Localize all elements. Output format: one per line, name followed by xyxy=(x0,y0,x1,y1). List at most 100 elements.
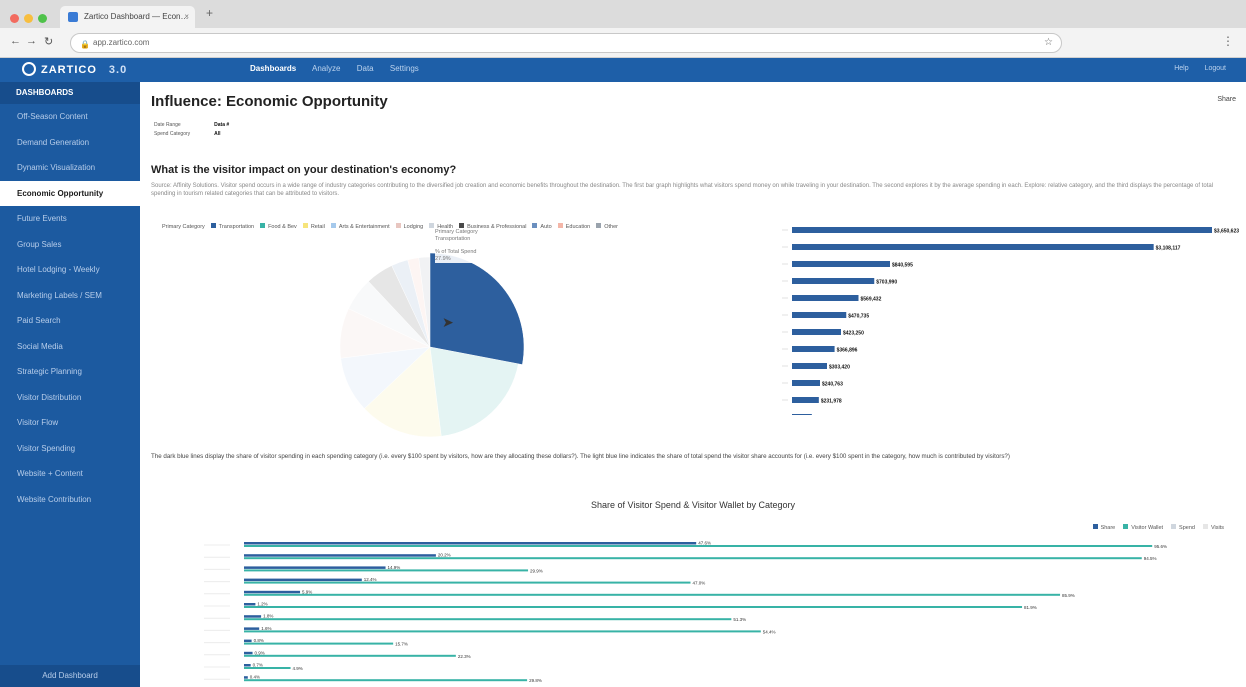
legend-label: Share xyxy=(1100,525,1116,531)
sidebar: DASHBOARDS Off-Season Content Demand Gen… xyxy=(0,82,140,687)
legend-swatch xyxy=(459,223,465,228)
legend-item[interactable]: Lodging xyxy=(390,223,424,230)
meta-value[interactable]: All xyxy=(214,131,251,138)
share-bar xyxy=(244,651,253,655)
bar xyxy=(792,227,1212,233)
bar xyxy=(792,295,859,301)
spend-bar-chart[interactable]: $3,650,623 $3,108,117 $840,595 $703,990 $569… xyxy=(780,225,1246,415)
back-icon[interactable]: ← xyxy=(10,35,21,47)
sidebar-item-marketing-labels-sem[interactable]: Marketing Labels / SEM xyxy=(0,283,140,309)
legend-item[interactable]: Transportation xyxy=(205,223,254,230)
share-bar xyxy=(244,566,386,569)
meta-label: Date Range xyxy=(154,122,181,128)
sidebar-item-social-media[interactable]: Social Media xyxy=(0,334,140,360)
add-dashboard-button[interactable]: Add Dashboard xyxy=(0,665,140,687)
share-bar xyxy=(244,639,252,643)
data-label: $703,990 xyxy=(876,280,897,286)
legend-item[interactable]: Share xyxy=(1085,524,1116,531)
browser-tab-bar: Zartico Dashboard — Econ… × + xyxy=(0,0,1246,28)
close-tab-icon[interactable]: × xyxy=(184,6,189,28)
address-bar[interactable]: 🔒 app.zartico.com ☆ xyxy=(70,33,1062,53)
share-bar xyxy=(244,603,256,606)
sidebar-item-visitor-spending[interactable]: Visitor Spending xyxy=(0,436,140,462)
wallet-label: 47.0% xyxy=(693,581,706,586)
sidebar-item-group-sales[interactable]: Group Sales xyxy=(0,232,140,258)
help-link[interactable]: Help xyxy=(1174,65,1188,72)
bookmark-star-icon[interactable]: ☆ xyxy=(1044,34,1053,52)
wallet-label: 51.3% xyxy=(733,617,746,622)
legend-item[interactable]: Spend xyxy=(1163,524,1195,531)
sidebar-item-strategic-planning[interactable]: Strategic Planning xyxy=(0,359,140,385)
meta-label: Spend Category xyxy=(154,131,191,137)
legend-item[interactable]: Education xyxy=(552,223,590,230)
wallet-label: 22.3% xyxy=(458,654,471,659)
legend-item[interactable]: Other xyxy=(590,223,618,230)
wallet-label: 81.9% xyxy=(1024,605,1037,610)
wallet-label: 29.8% xyxy=(529,678,542,683)
sidebar-item-economic-opportunity[interactable]: Economic Opportunity xyxy=(0,180,140,206)
nav-dashboards[interactable]: Dashboards xyxy=(250,64,296,73)
reload-icon[interactable]: ↻ xyxy=(44,35,53,48)
meta-value[interactable]: Data # xyxy=(214,122,251,129)
maximize-window-button[interactable] xyxy=(38,14,47,23)
share-button[interactable]: Share xyxy=(1217,96,1236,103)
forward-icon[interactable]: → xyxy=(26,35,37,47)
share-label: 12.4% xyxy=(364,577,377,582)
legend-label: Visitor Wallet xyxy=(1131,525,1164,531)
share-bar xyxy=(244,554,436,557)
wallet-bar xyxy=(244,630,761,633)
browser-tab[interactable]: Zartico Dashboard — Econ… × xyxy=(60,6,195,28)
wallet-bar xyxy=(244,679,528,682)
version-label: 3.0 xyxy=(108,64,128,76)
bar xyxy=(792,363,827,369)
sidebar-item-website-content[interactable]: Website + Content xyxy=(0,461,140,487)
main-content: Influence: Economic Opportunity Share Da… xyxy=(140,82,1246,687)
sidebar-item-demand-generation[interactable]: Demand Generation xyxy=(0,130,140,156)
sidebar-item-off-season-content[interactable]: Off-Season Content xyxy=(0,104,140,130)
legend-label: Auto xyxy=(540,224,552,230)
logout-link[interactable]: Logout xyxy=(1205,65,1226,72)
data-label: $569,432 xyxy=(861,297,882,303)
data-label: $3,108,117 xyxy=(1156,246,1181,252)
legend-swatch xyxy=(1123,524,1129,529)
share-label: 0.9% xyxy=(255,650,265,655)
wallet-bar xyxy=(244,618,732,621)
share-label: 0.4% xyxy=(250,675,260,680)
sidebar-item-website-contribution[interactable]: Website Contribution xyxy=(0,487,140,513)
zartico-logo[interactable]: ZARTICO 3.0 xyxy=(22,62,127,76)
nav-settings[interactable]: Settings xyxy=(390,64,419,73)
legend-item[interactable]: Visitor Wallet xyxy=(1115,524,1164,531)
category-pie-chart[interactable] xyxy=(300,237,560,447)
tooltip-label: Primary Category xyxy=(435,229,478,235)
legend-item[interactable]: Retail xyxy=(297,223,325,230)
logo-text: ZARTICO xyxy=(41,64,97,76)
wallet-label: 94.5% xyxy=(1144,556,1157,561)
legend-item[interactable]: Auto xyxy=(526,223,552,230)
browser-menu-icon[interactable]: ⋮ xyxy=(1222,34,1234,48)
minimize-window-button[interactable] xyxy=(24,14,33,23)
sidebar-item-visitor-distribution[interactable]: Visitor Distribution xyxy=(0,385,140,411)
top-nav: Dashboards Analyze Data Settings xyxy=(250,64,433,73)
bar xyxy=(792,261,890,267)
url-text: app.zartico.com xyxy=(93,38,150,47)
legend-label: Lodging xyxy=(403,224,424,230)
wallet-label: 29.9% xyxy=(530,568,543,573)
legend-swatch xyxy=(395,223,401,228)
share-bar xyxy=(244,590,301,594)
legend-item[interactable]: Visits xyxy=(1195,524,1224,531)
sidebar-item-visitor-flow[interactable]: Visitor Flow xyxy=(0,410,140,436)
legend-swatch xyxy=(330,223,336,228)
sidebar-item-future-events[interactable]: Future Events xyxy=(0,206,140,232)
nav-data[interactable]: Data xyxy=(357,64,374,73)
close-window-button[interactable] xyxy=(10,14,19,23)
nav-analyze[interactable]: Analyze xyxy=(312,64,340,73)
data-label: $240,763 xyxy=(822,382,843,388)
legend-item[interactable]: Arts & Entertainment xyxy=(325,223,390,230)
legend-swatch xyxy=(596,223,602,228)
share-wallet-bar-chart[interactable]: 47.6% 95.6% 20.2% 94.5% 14.9% 29.9% 12.4% 47.0%… xyxy=(200,537,1230,687)
new-tab-icon[interactable]: + xyxy=(206,6,213,20)
sidebar-item-paid-search[interactable]: Paid Search xyxy=(0,308,140,334)
sidebar-item-hotel-lodging-weekly[interactable]: Hotel Lodging - Weekly xyxy=(0,257,140,283)
legend-item[interactable]: Food & Bev xyxy=(254,223,297,230)
sidebar-item-dynamic-visualization[interactable]: Dynamic Visualization xyxy=(0,155,140,181)
